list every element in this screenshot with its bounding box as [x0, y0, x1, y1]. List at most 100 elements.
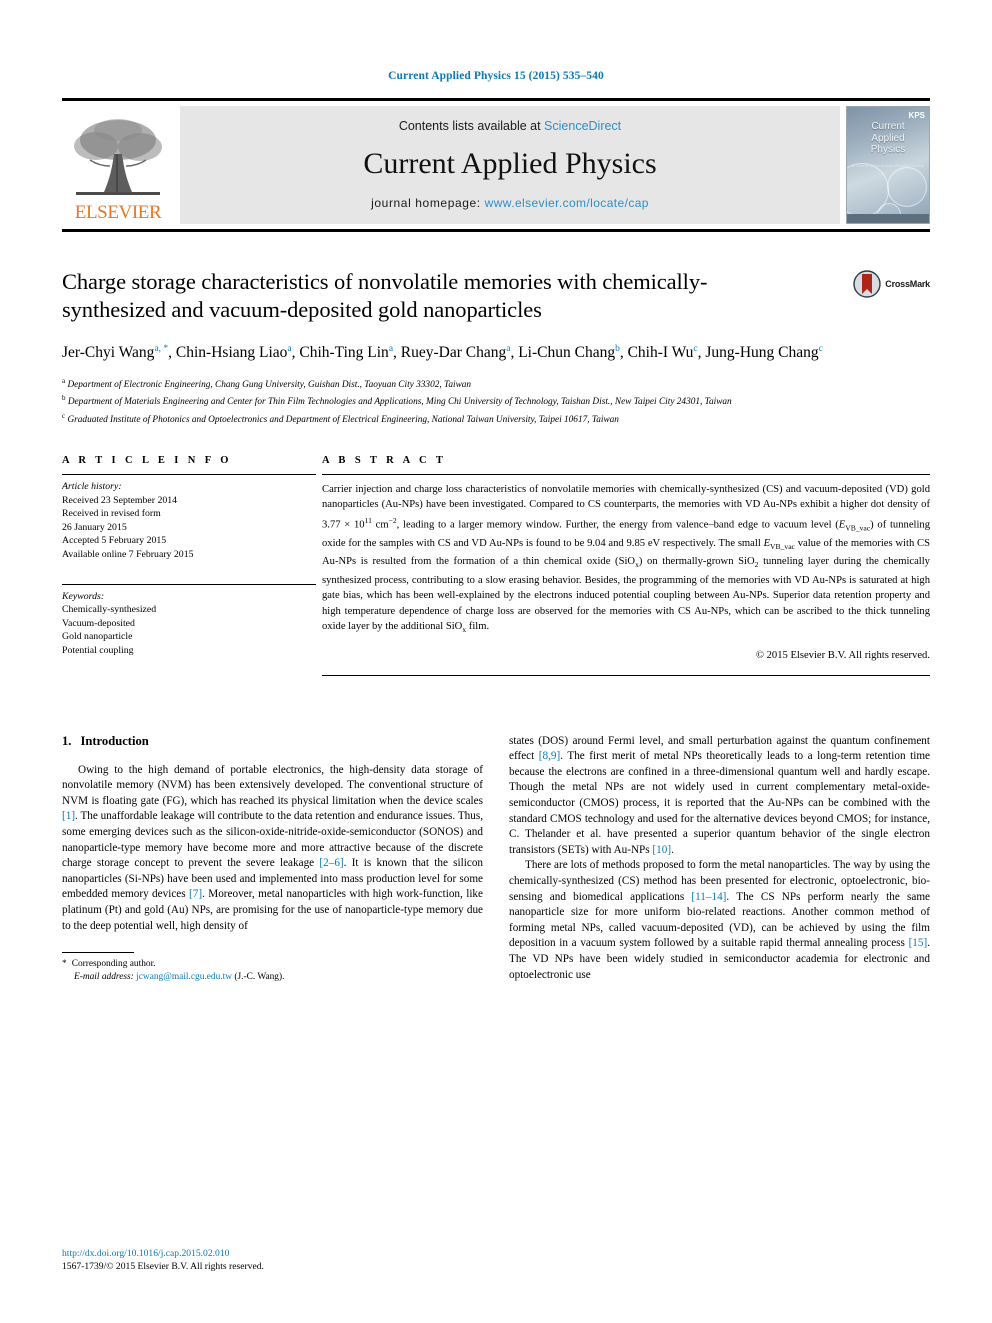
paragraph: Owing to the high demand of portable ele…	[62, 763, 483, 935]
abstract-copyright: © 2015 Elsevier B.V. All rights reserved…	[755, 649, 930, 661]
affiliation-item: a Department of Electronic Engineering, …	[62, 375, 930, 392]
elsevier-wordmark: ELSEVIER	[74, 202, 162, 223]
divider	[322, 674, 930, 676]
author-name: Jung-Hung Chang	[705, 344, 819, 362]
abstract-exponent: −2	[388, 515, 397, 525]
affiliation-text: Department of Materials Engineering and …	[67, 397, 732, 408]
evb-subscript: VB_vac	[770, 542, 795, 552]
abstract-exponent: 11	[364, 515, 372, 525]
paragraph: There are lots of methods proposed to fo…	[509, 858, 930, 983]
citation-ref[interactable]: [10]	[652, 844, 671, 856]
journal-masthead: ELSEVIER Contents lists available at Sci…	[62, 98, 930, 232]
author-name: Li-Chun Chang	[518, 344, 616, 362]
paper-page: Current Applied Physics 15 (2015) 535–54…	[0, 0, 992, 1323]
abstract-seg: cm	[371, 519, 389, 531]
affiliation-item: c Graduated Institute of Photonics and O…	[62, 410, 930, 427]
cover-bubble	[887, 167, 927, 207]
history-item: 26 January 2015	[62, 521, 127, 533]
contents-list-line: Contents lists available at ScienceDirec…	[399, 119, 621, 133]
cover-title-line3: Physics	[870, 144, 906, 155]
paragraph: states (DOS) around Fermi level, and sma…	[509, 734, 930, 859]
history-item: Available online 7 February 2015	[62, 549, 194, 561]
author-name: Jer-Chyi Wang	[62, 344, 155, 362]
section-heading-introduction: 1. Introduction	[62, 734, 483, 749]
author-name: Chih-I Wu	[627, 344, 694, 362]
page-footer: http://dx.doi.org/10.1016/j.cap.2015.02.…	[62, 1247, 264, 1273]
para-seg: Owing to the high demand of portable ele…	[62, 763, 483, 807]
email-label: E-mail address:	[74, 972, 134, 983]
abstract-seg: , leading to a larger memory window. Fur…	[396, 519, 839, 531]
journal-cover-thumbnail: KPS Current Applied Physics A Journal of…	[846, 106, 930, 224]
author-name: Chin-Hsiang Liao	[175, 344, 288, 362]
citation-ref[interactable]: [7]	[189, 888, 202, 900]
footnote-line-email: E-mail address: jcwang@mail.cgu.edu.tw (…	[62, 971, 483, 984]
title-block: Charge storage characteristics of nonvol…	[62, 268, 930, 324]
affiliation-list: a Department of Electronic Engineering, …	[62, 375, 930, 427]
elsevier-tree-icon	[74, 119, 162, 195]
page-title: Charge storage characteristics of nonvol…	[62, 269, 708, 322]
para-seg: . The first merit of metal NPs theoretic…	[509, 750, 930, 856]
doi-link[interactable]: http://dx.doi.org/10.1016/j.cap.2015.02.…	[62, 1247, 264, 1260]
corresponding-author-footnote: * Corresponding author. E-mail address: j…	[62, 952, 483, 984]
email-owner: (J.-C. Wang).	[234, 972, 285, 983]
citation-ref[interactable]: [15]	[909, 937, 928, 949]
author-mark: b	[615, 344, 620, 354]
body-column-left: 1. Introduction Owing to the high demand …	[62, 734, 483, 985]
article-info-heading: A R T I C L E I N F O	[62, 455, 232, 467]
journal-band: Contents lists available at ScienceDirec…	[180, 106, 840, 224]
abstract-seg: ) on thermally-grown SiO	[638, 556, 755, 568]
abstract-column: A B S T R A C T Carrier injection and ch…	[316, 455, 930, 676]
evb-subscript: VB_vac	[845, 523, 871, 533]
section-number: 1.	[62, 733, 72, 748]
keyword-item: Potential coupling	[62, 644, 134, 656]
crossmark-label: CrossMark	[885, 279, 930, 289]
sciencedirect-link[interactable]: ScienceDirect	[544, 119, 621, 133]
cover-title-line2: Applied	[871, 132, 905, 144]
keywords-block: Keywords: Chemically-synthesized Vacuum-…	[62, 579, 316, 658]
footnote-text: Corresponding author.	[71, 959, 156, 970]
email-link[interactable]: jcwang@mail.cgu.edu.tw	[136, 972, 232, 982]
affiliation-item: b Department of Materials Engineering an…	[62, 392, 930, 409]
abstract-heading: A B S T R A C T	[322, 455, 447, 467]
author-mark: a	[388, 344, 394, 354]
article-history-block: Article history: Received 23 September 2…	[62, 475, 316, 562]
keywords-label: Keywords:	[62, 590, 105, 602]
keyword-item: Chemically-synthesized	[62, 604, 157, 616]
history-item: Received in revised form	[62, 508, 161, 520]
elsevier-logo: ELSEVIER	[62, 106, 174, 224]
body-column-right: states (DOS) around Fermi level, and sma…	[509, 734, 930, 985]
author-mark: c	[818, 344, 823, 354]
section-title: Introduction	[80, 733, 149, 748]
issn-copyright-line: 1567-1739/© 2015 Elsevier B.V. All right…	[62, 1261, 264, 1272]
author-list: Jer-Chyi Wanga, *, Chin-Hsiang Liaoa, Ch…	[62, 344, 823, 362]
citation-ref[interactable]: [1]	[62, 810, 75, 822]
history-item: Accepted 5 February 2015	[62, 535, 167, 547]
crossmark-icon	[853, 270, 881, 298]
affiliation-mark: a	[62, 377, 66, 386]
citation-ref[interactable]: [8,9]	[539, 750, 560, 762]
article-info-column: A R T I C L E I N F O Article history: R…	[62, 455, 316, 676]
abstract-seg: film.	[466, 621, 490, 633]
journal-title: Current Applied Physics	[363, 146, 657, 180]
cover-title-line1: Current	[871, 121, 905, 132]
affiliation-text: Department of Electronic Engineering, Ch…	[67, 380, 472, 391]
affiliation-mark: c	[62, 411, 66, 420]
info-abstract-section: A R T I C L E I N F O Article history: R…	[62, 455, 930, 676]
homepage-prefix: journal homepage:	[371, 196, 485, 210]
citation-ref[interactable]: [2–6]	[319, 857, 343, 869]
cover-subtitle: A Journal of the Korean Physical Society	[851, 163, 925, 168]
crossmark-badge[interactable]: CrossMark	[853, 270, 930, 298]
homepage-url-link[interactable]: www.elsevier.com/locate/cap	[485, 196, 649, 210]
author-mark: a	[287, 344, 292, 354]
footnote-line-corresponding: * Corresponding author.	[62, 958, 483, 971]
history-item: Received 23 September 2014	[62, 494, 178, 506]
author-name: Chih-Ting Lin	[299, 344, 389, 362]
author-mark: c	[693, 344, 698, 354]
abstract-text: Carrier injection and charge loss charac…	[322, 475, 930, 638]
affiliation-text: Graduated Institute of Photonics and Opt…	[67, 414, 619, 425]
footnote-asterisk: *	[62, 959, 67, 970]
citation-ref[interactable]: [11–14]	[691, 891, 726, 903]
running-head: Current Applied Physics 15 (2015) 535–54…	[388, 70, 604, 82]
keyword-item: Vacuum-deposited	[62, 617, 135, 629]
contents-prefix: Contents lists available at	[398, 119, 545, 133]
